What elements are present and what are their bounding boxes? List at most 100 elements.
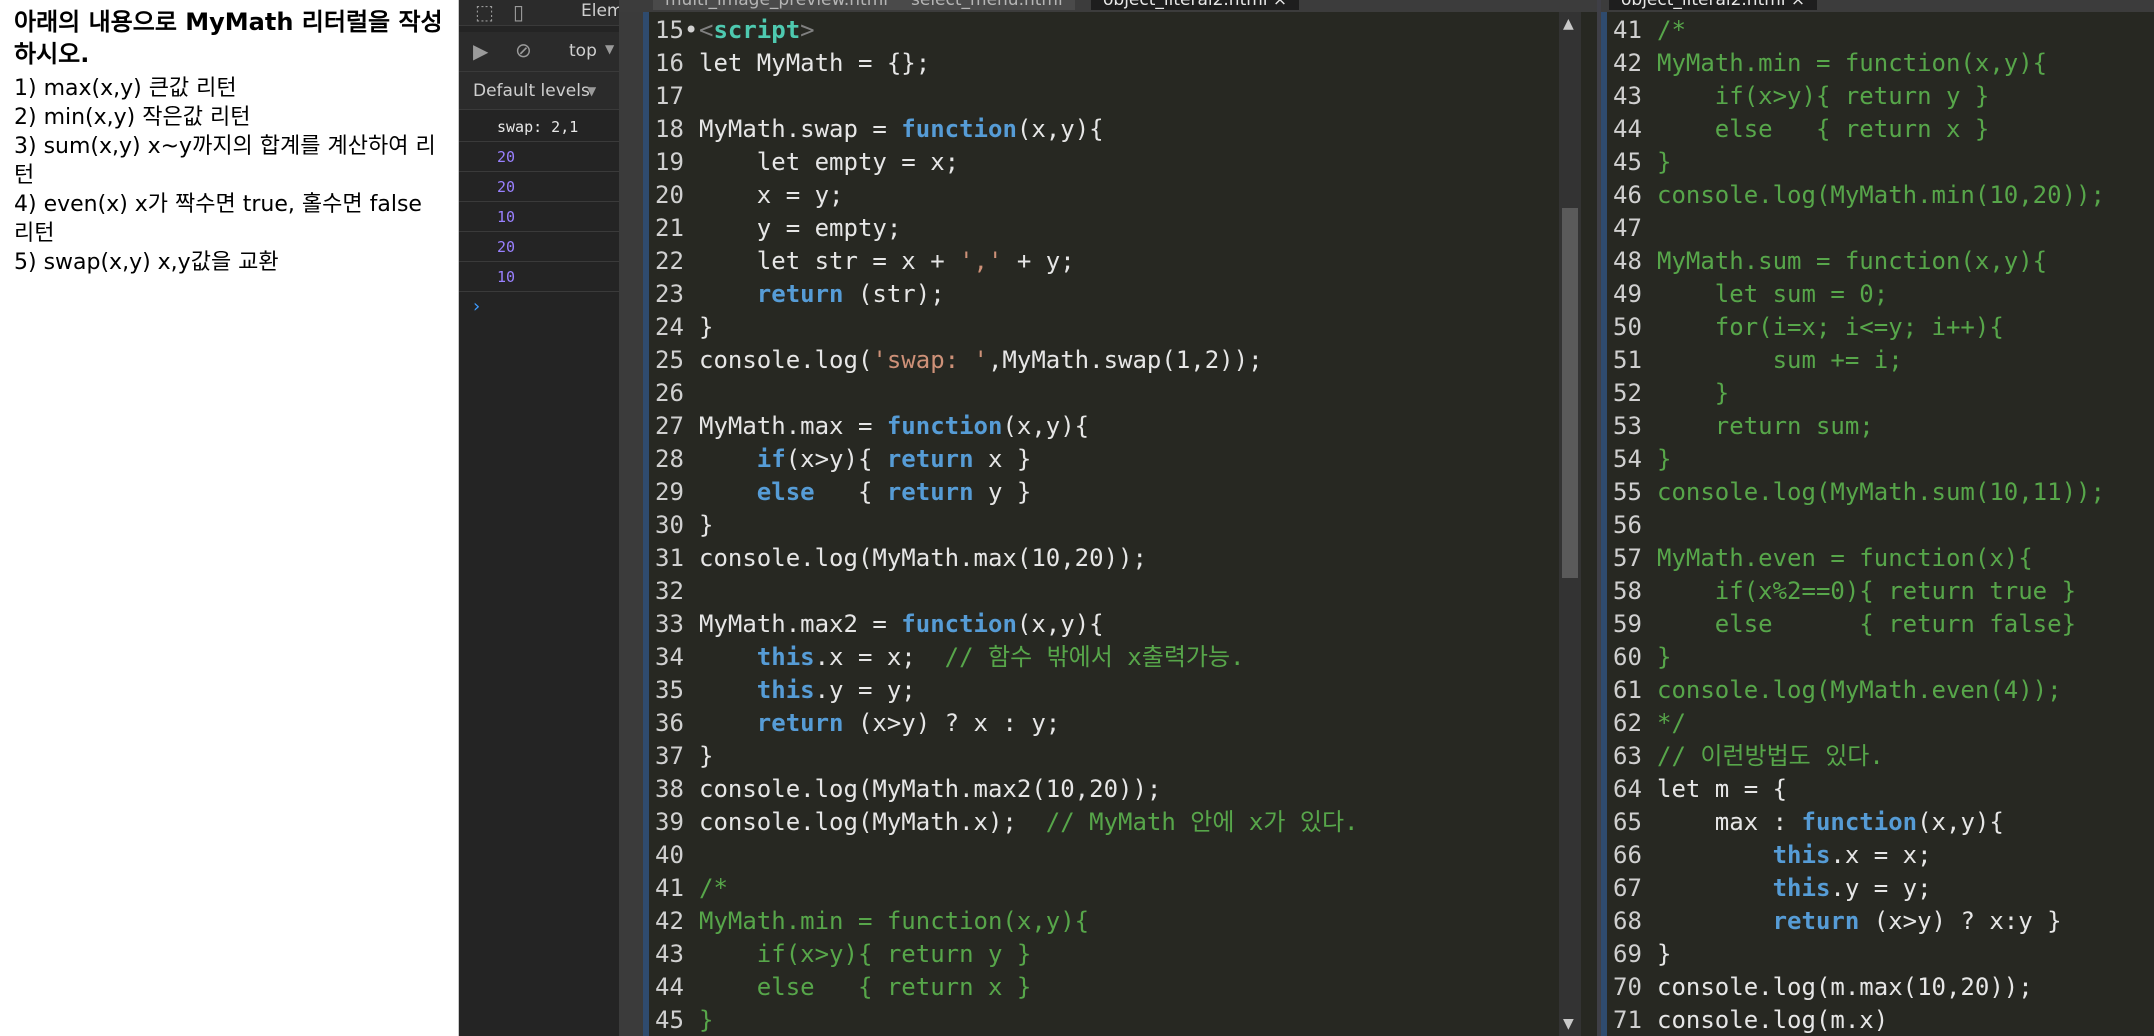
sidebar-toggle-icon[interactable]: ▶ [473, 39, 488, 63]
code-line[interactable]: 51 sum += i; [1613, 344, 2105, 377]
tab-elements[interactable]: Elem [581, 1, 619, 21]
code-token: ',' [959, 247, 1003, 275]
code-token: MyMath.max2 = [699, 610, 902, 638]
code-line[interactable]: 48 MyMath.sum = function(x,y){ [1613, 245, 2105, 278]
code-token: (str); [843, 280, 945, 308]
code-line[interactable]: 28 if(x>y){ return x } [655, 443, 1358, 476]
line-number: 20 [655, 181, 684, 209]
code-line[interactable]: 18 MyMath.swap = function(x,y){ [655, 113, 1358, 146]
task-line-2: 2) min(x,y) 작은값 리턴 [14, 105, 251, 130]
code-line[interactable]: 41 /* [655, 872, 1358, 905]
code-line[interactable]: 21 y = empty; [655, 212, 1358, 245]
log-levels-dropdown[interactable]: Default levels [473, 81, 590, 101]
code-line[interactable]: 17 [655, 80, 1358, 113]
code-line[interactable]: 22 let str = x + ',' + y; [655, 245, 1358, 278]
code-line[interactable]: 60} [1613, 641, 2105, 674]
code-line[interactable]: 25 console.log('swap: ',MyMath.swap(1,2))… [655, 344, 1358, 377]
log-levels-bar: Default levels ▼ [459, 72, 619, 110]
code-line[interactable]: 57 MyMath.even = function(x){ [1613, 542, 2105, 575]
scroll-thumb[interactable] [1562, 208, 1578, 578]
code-line[interactable]: 45} [1613, 146, 2105, 179]
inspect-element-icon[interactable]: ⬚ [475, 0, 494, 24]
code-line[interactable]: 23 return (str); [655, 278, 1358, 311]
code-line[interactable]: 63 // 이런방법도 있다. [1613, 740, 2105, 773]
code-line[interactable]: 16 let MyMath = {}; [655, 47, 1358, 80]
code-line[interactable]: 30} [655, 509, 1358, 542]
code-line[interactable]: 59 else { return false} [1613, 608, 2105, 641]
tab-multi-image-preview[interactable]: multi_image_preview.html [653, 0, 900, 10]
code-line[interactable]: 67 this.y = y; [1613, 872, 2105, 905]
code-line[interactable]: 53 return sum; [1613, 410, 2105, 443]
code-line[interactable]: 52 } [1613, 377, 2105, 410]
code-line[interactable]: 50 for(i=x; i<=y; i++){ [1613, 311, 2105, 344]
code-line[interactable]: 42 MyMath.min = function(x,y){ [655, 905, 1358, 938]
code-line[interactable]: 38 console.log(MyMath.max2(10,20)); [655, 773, 1358, 806]
code-line[interactable]: 56 [1613, 509, 2105, 542]
code-token: // 이런방법도 있다. [1657, 742, 1884, 770]
line-number: 39 [655, 808, 684, 836]
code-line[interactable]: 61 console.log(MyMath.even(4)); [1613, 674, 2105, 707]
code-line[interactable]: 27 MyMath.max = function(x,y){ [655, 410, 1358, 443]
code-line[interactable]: 37} [655, 740, 1358, 773]
code-token: return [756, 280, 844, 308]
code-line[interactable]: 64 let m = { [1613, 773, 2105, 806]
code-token: // MyMath 안에 x가 있다. [1045, 808, 1359, 836]
task-line-4: 4) even(x) x가 짝수면 true, 홀수면 false 리턴 [14, 192, 422, 246]
context-selector[interactable]: top [569, 41, 597, 61]
console-prompt-icon[interactable]: › [473, 296, 480, 317]
code-line[interactable]: 70 console.log(m.max(10,20)); [1613, 971, 2105, 1004]
line-number: 48 [1613, 247, 1642, 275]
code-line[interactable]: 20 x = y; [655, 179, 1358, 212]
code-line[interactable]: 42 MyMath.min = function(x,y){ [1613, 47, 2105, 80]
code-line[interactable]: 32 [655, 575, 1358, 608]
line-number: 68 [1613, 907, 1642, 935]
code-line[interactable]: 45} [655, 1004, 1358, 1036]
console-number-value: 20 [497, 148, 516, 166]
code-line[interactable]: 71 console.log(m.x) [1613, 1004, 2105, 1036]
device-toolbar-icon[interactable]: ▯ [513, 0, 524, 24]
code-line[interactable]: 41 /* [1613, 14, 2105, 47]
code-line[interactable]: 29 else { return y } [655, 476, 1358, 509]
code-line[interactable]: 69} [1613, 938, 2105, 971]
code-line[interactable]: 58 if(x%2==0){ return true } [1613, 575, 2105, 608]
code-line[interactable]: 33 MyMath.max2 = function(x,y){ [655, 608, 1358, 641]
console-number-value: 20 [497, 178, 516, 196]
code-line[interactable]: 40 [655, 839, 1358, 872]
code-line[interactable]: 65 max : function(x,y){ [1613, 806, 2105, 839]
code-line[interactable]: 55 console.log(MyMath.sum(10,11)); [1613, 476, 2105, 509]
code-line[interactable]: 62 */ [1613, 707, 2105, 740]
code-line[interactable]: 26 [655, 377, 1358, 410]
code-line[interactable]: 44 else { return x } [1613, 113, 2105, 146]
code-line[interactable]: 54} [1613, 443, 2105, 476]
code-line[interactable]: 35 this.y = y; [655, 674, 1358, 707]
code-line[interactable]: 43 if(x>y){ return y } [1613, 80, 2105, 113]
code-editor-split[interactable]: object_literal2.html × 41 /* 42 MyMath.min … [1601, 0, 2154, 1036]
code-line[interactable]: 43 if(x>y){ return y } [655, 938, 1358, 971]
code-line[interactable]: 34 this.x = x; // 함수 밖에서 x출력가능. [655, 641, 1358, 674]
code-line[interactable]: 31 console.log(MyMath.max(10,20)); [655, 542, 1358, 575]
vertical-scrollbar[interactable]: ▲ ▼ [1559, 12, 1581, 1036]
code-token: return sum; [1657, 412, 1874, 440]
code-area-split[interactable]: 41 /* 42 MyMath.min = function(x,y){43 if(x… [1613, 14, 2105, 1036]
code-line[interactable]: 24} [655, 311, 1358, 344]
code-line[interactable]: 66 this.x = x; [1613, 839, 2105, 872]
chevron-down-icon[interactable]: ▼ [605, 42, 614, 56]
code-line[interactable]: 36 return (x>y) ? x : y; [655, 707, 1358, 740]
code-line[interactable]: 44 else { return x } [655, 971, 1358, 1004]
code-line[interactable]: 49 let sum = 0; [1613, 278, 2105, 311]
code-line[interactable]: 46 console.log(MyMath.min(10,20)); [1613, 179, 2105, 212]
tab-select-menu[interactable]: select_menu.html [899, 0, 1075, 10]
code-line[interactable]: 19 let empty = x; [655, 146, 1358, 179]
clear-console-icon[interactable]: ⊘ [515, 38, 532, 62]
code-editor-main[interactable]: multi_image_preview.html select_menu.htm… [619, 0, 1601, 1036]
code-line[interactable]: 39 console.log(MyMath.x); // MyMath 안에 x가… [655, 806, 1358, 839]
levels-chevron-icon[interactable]: ▼ [587, 84, 596, 98]
code-line[interactable]: 15•<script> [655, 14, 1358, 47]
code-line[interactable]: 68 return (x>y) ? x:y } [1613, 905, 2105, 938]
scroll-up-icon[interactable]: ▲ [1563, 16, 1574, 32]
code-area[interactable]: 15•<script> 16 let MyMath = {}; 17 18 MyMath.… [655, 14, 1358, 1036]
scroll-down-icon[interactable]: ▼ [1563, 1016, 1574, 1032]
code-line[interactable]: 47 [1613, 212, 2105, 245]
tab-object-literal2-split[interactable]: object_literal2.html × [1609, 0, 1818, 10]
tab-object-literal2[interactable]: object_literal2.html × [1091, 0, 1300, 10]
